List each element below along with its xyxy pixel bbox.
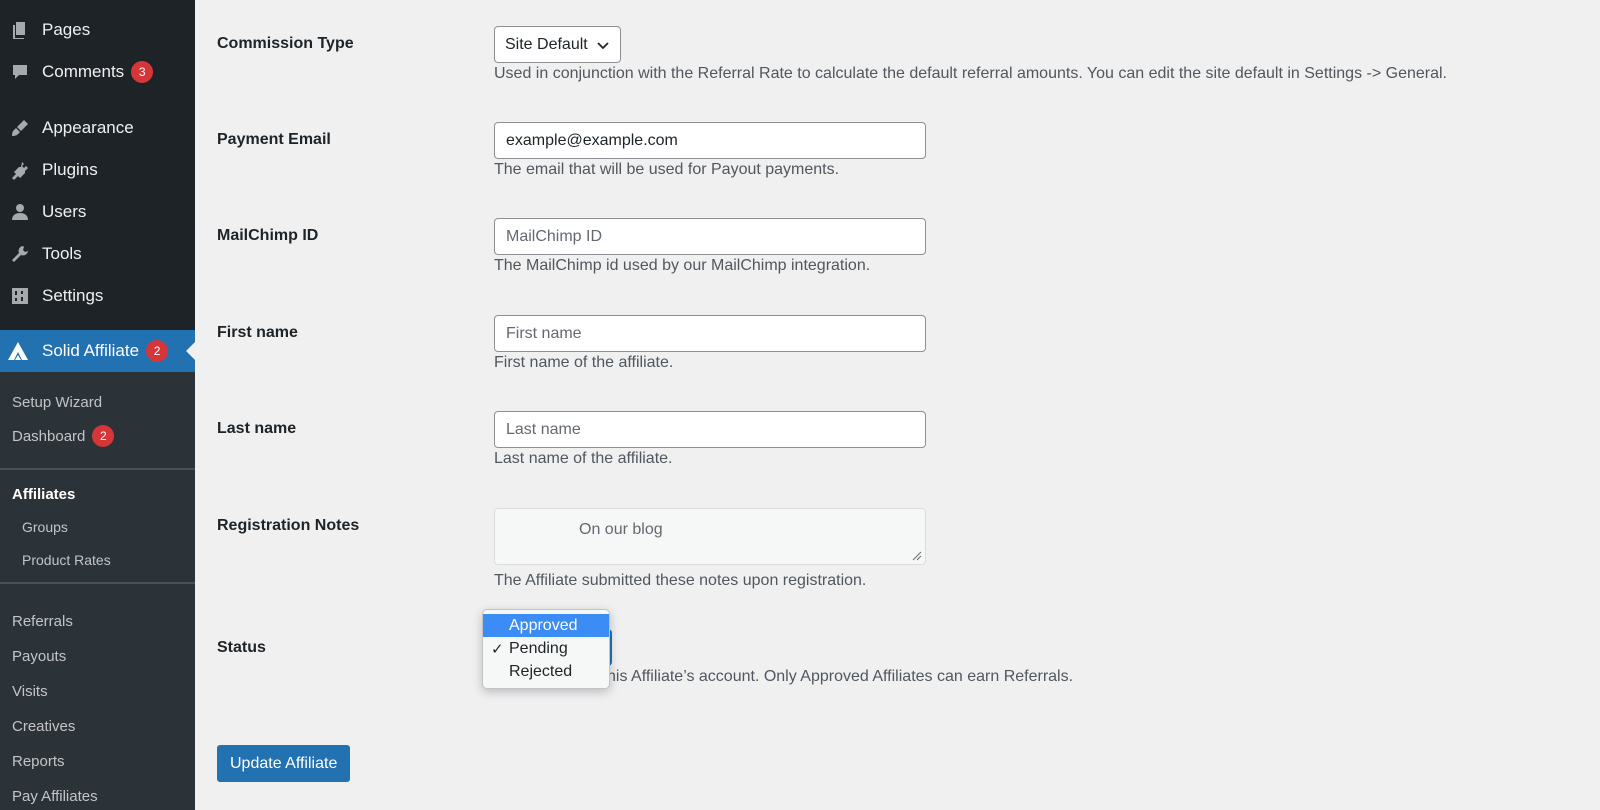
active-menu-arrow xyxy=(186,342,195,360)
mailchimp-id-placeholder: MailChimp ID xyxy=(506,227,603,245)
status-dropdown-menu: Approved ✓ Pending Rejected xyxy=(482,609,610,689)
menu-item-label: Solid Affiliate xyxy=(42,341,140,360)
menu-item-users[interactable]: Users xyxy=(0,191,195,233)
edit-affiliate-form: Commission Type Site Default Used in con… xyxy=(195,0,1600,810)
submenu-product-rates[interactable]: Product Rates xyxy=(0,543,195,576)
menu-item-label: Appearance xyxy=(42,118,134,137)
submenu-referrals[interactable]: Referrals xyxy=(0,604,195,639)
commission-type-label: Commission Type xyxy=(217,35,354,52)
submenu-label: Visits xyxy=(12,683,48,700)
comments-icon xyxy=(9,61,31,83)
resize-handle-icon[interactable] xyxy=(912,551,922,561)
tools-icon xyxy=(9,243,31,265)
menu-item-settings[interactable]: Settings xyxy=(0,275,195,317)
submenu-group-2: Affiliates Groups Product Rates xyxy=(0,478,195,576)
status-description: his Affiliate’s account. Only Approved A… xyxy=(607,668,1074,685)
payment-email-label: Payment Email xyxy=(217,131,331,148)
submenu-label: Dashboard xyxy=(12,427,86,445)
registration-notes-label: Registration Notes xyxy=(217,517,360,534)
submenu-setup-wizard[interactable]: Setup Wizard xyxy=(0,385,195,419)
checkmark-icon: ✓ xyxy=(491,640,504,658)
solid-affiliate-icon xyxy=(7,340,31,362)
submenu-pay-affiliates[interactable]: Pay Affiliates xyxy=(0,779,195,810)
commission-type-select[interactable]: Site Default xyxy=(494,26,621,63)
submenu-label: Referrals xyxy=(12,613,73,630)
submenu-visits[interactable]: Visits xyxy=(0,674,195,709)
payment-email-description: The email that will be used for Payout p… xyxy=(494,161,840,178)
commission-type-value: Site Default xyxy=(505,35,588,53)
admin-sidebar: Pages Comments 3 Appearance Plugins User… xyxy=(0,0,195,810)
status-option-rejected[interactable]: Rejected xyxy=(483,660,609,683)
menu-item-pages[interactable]: Pages xyxy=(0,9,195,51)
menu-item-appearance[interactable]: Appearance xyxy=(0,107,195,149)
first-name-description: First name of the affiliate. xyxy=(494,354,674,371)
menu-item-solid-affiliate[interactable]: Solid Affiliate 2 xyxy=(0,330,195,372)
submenu-group-3: Referrals Payouts Visits Creatives Repor… xyxy=(0,604,195,810)
submenu-divider xyxy=(0,468,195,470)
mailchimp-id-description: The MailChimp id used by our MailChimp i… xyxy=(494,257,871,274)
option-label: Pending xyxy=(509,639,568,657)
submenu-affiliates[interactable]: Affiliates xyxy=(0,478,195,510)
comments-count-badge: 3 xyxy=(131,61,154,83)
menu-item-label: Users xyxy=(42,202,87,221)
submenu-reports[interactable]: Reports xyxy=(0,744,195,779)
first-name-input[interactable]: First name xyxy=(494,315,926,352)
submenu-label: Reports xyxy=(12,753,65,770)
submenu-label: Groups xyxy=(22,518,68,535)
mailchimp-id-label: MailChimp ID xyxy=(217,227,319,244)
chevron-down-icon xyxy=(597,41,609,49)
submenu-label: Payouts xyxy=(12,648,67,665)
submenu-label: Creatives xyxy=(12,718,76,735)
submenu-dashboard[interactable]: Dashboard 2 xyxy=(0,419,195,453)
menu-item-comments[interactable]: Comments 3 xyxy=(0,51,195,93)
menu-item-tools[interactable]: Tools xyxy=(0,233,195,275)
submenu-creatives[interactable]: Creatives xyxy=(0,709,195,744)
submenu-label: Product Rates xyxy=(22,551,111,568)
status-label: Status xyxy=(217,639,266,656)
menu-item-label: Plugins xyxy=(42,160,98,179)
first-name-placeholder: First name xyxy=(506,324,582,342)
submenu-label: Pay Affiliates xyxy=(12,788,98,805)
last-name-label: Last name xyxy=(217,420,297,437)
menu-item-label: Tools xyxy=(42,244,82,263)
registration-notes-description: The Affiliate submitted these notes upon… xyxy=(494,572,867,589)
option-label: Rejected xyxy=(509,662,573,680)
solid-affiliate-count-badge: 2 xyxy=(146,340,169,362)
plugins-icon xyxy=(9,159,31,181)
users-icon xyxy=(9,201,31,223)
commission-type-description: Used in conjunction with the Referral Ra… xyxy=(494,65,1447,82)
menu-item-label: Settings xyxy=(42,286,104,305)
pages-icon xyxy=(9,19,31,41)
payment-email-input[interactable]: example@example.com xyxy=(494,122,926,159)
registration-notes-value: On our blog xyxy=(579,521,663,538)
appearance-icon xyxy=(9,117,31,139)
status-option-pending[interactable]: ✓ Pending xyxy=(483,637,609,660)
option-label: Approved xyxy=(509,616,578,634)
registration-notes-textarea[interactable]: On our blog xyxy=(494,508,926,565)
settings-icon xyxy=(9,285,31,307)
update-affiliate-button[interactable]: Update Affiliate xyxy=(217,745,351,782)
payment-email-value: example@example.com xyxy=(506,131,678,149)
submenu-group-1: Setup Wizard Dashboard 2 xyxy=(0,385,195,453)
menu-item-plugins[interactable]: Plugins xyxy=(0,149,195,191)
submenu-label: Setup Wizard xyxy=(12,393,103,411)
status-option-approved[interactable]: Approved xyxy=(483,614,609,637)
first-name-label: First name xyxy=(217,324,298,341)
submenu-groups[interactable]: Groups xyxy=(0,510,195,543)
submenu-divider xyxy=(0,582,195,584)
last-name-description: Last name of the affiliate. xyxy=(494,450,673,467)
admin-menu-top: Pages Comments 3 Appearance Plugins User… xyxy=(0,0,195,330)
last-name-input[interactable]: Last name xyxy=(494,411,926,448)
last-name-placeholder: Last name xyxy=(506,420,581,438)
submenu-label: Affiliates xyxy=(12,485,76,503)
menu-item-label: Comments xyxy=(42,62,125,81)
mailchimp-id-input[interactable]: MailChimp ID xyxy=(494,218,926,255)
submenu-payouts[interactable]: Payouts xyxy=(0,639,195,674)
menu-item-label: Pages xyxy=(42,20,91,39)
dashboard-count-badge: 2 xyxy=(92,425,115,447)
